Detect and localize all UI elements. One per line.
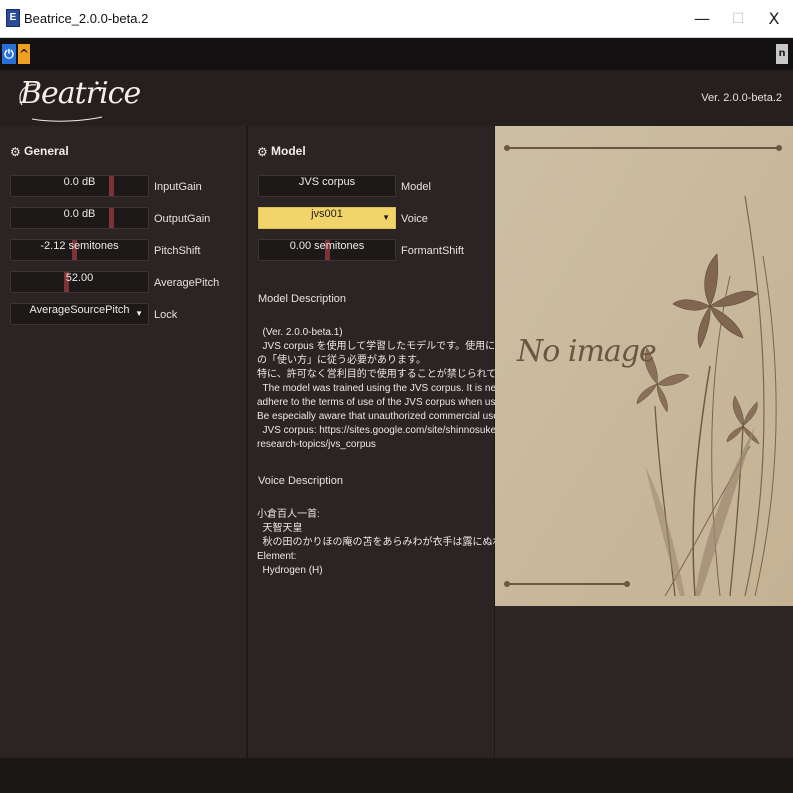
app-logo: Beatrice xyxy=(20,76,141,111)
model-section-title: ⚙ Model xyxy=(257,144,306,158)
image-panel: No image xyxy=(495,126,793,758)
output-gain-slider[interactable]: 0.0 dB xyxy=(10,207,149,229)
gear-icon: ⚙ xyxy=(257,145,268,159)
general-title: General xyxy=(24,144,69,158)
window-title: Beatrice_2.0.0-beta.2 xyxy=(24,11,149,26)
output-gain-value: 0.0 dB xyxy=(63,208,96,220)
gear-icon: ⚙ xyxy=(10,145,21,159)
close-button[interactable]: X xyxy=(760,8,788,30)
pitch-shift-slider[interactable]: -2.12 semitones xyxy=(10,239,149,261)
average-source-pitch-value: 52.00 xyxy=(65,272,94,284)
input-gain-label: InputGain xyxy=(154,181,202,193)
model-label: Model xyxy=(401,181,431,193)
formant-shift-label: FormantShift xyxy=(401,245,464,257)
general-section-title: ⚙ General xyxy=(10,144,69,158)
model-select[interactable]: JVS corpus xyxy=(258,175,396,197)
input-gain-value: 0.0 dB xyxy=(63,176,96,188)
speaker-image: No image xyxy=(495,126,793,606)
app-header: Beatrice Ver. 2.0.0-beta.2 xyxy=(0,70,793,126)
app-icon: E xyxy=(6,9,20,27)
chevron-down-icon: ▼ xyxy=(382,213,390,222)
collapse-icon[interactable]: ^ xyxy=(18,44,30,64)
average-source-pitch-slider[interactable]: 52.00 xyxy=(10,271,149,293)
lock-select-value: AverageSourcePitch xyxy=(29,304,130,316)
window-titlebar: E Beatrice_2.0.0-beta.2 — ☐ X xyxy=(0,0,793,38)
model-description-title: Model Description xyxy=(258,293,347,305)
chevron-down-icon: ▼ xyxy=(135,309,143,318)
version-label: Ver. 2.0.0-beta.2 xyxy=(701,92,782,104)
formant-shift-value: 0.00 semitones xyxy=(289,240,365,252)
power-icon[interactable]: ⏻ xyxy=(2,44,16,64)
slider-marker[interactable] xyxy=(109,208,114,228)
slider-marker[interactable] xyxy=(109,176,114,196)
model-title: Model xyxy=(271,144,306,158)
toolbar: ⏻ ^ n xyxy=(0,38,793,70)
model-panel: ⚙ Model JVS corpus Model jvs001 ▼ Voice 0… xyxy=(248,126,616,758)
no-image-text: No image xyxy=(517,334,657,369)
model-select-value: JVS corpus xyxy=(298,176,356,188)
average-source-pitch-label: AveragePitch xyxy=(154,277,220,289)
voice-select[interactable]: jvs001 ▼ xyxy=(258,207,396,229)
voice-label: Voice xyxy=(401,213,428,225)
window-menu-icon[interactable]: n xyxy=(776,44,788,64)
maximize-button[interactable]: ☐ xyxy=(724,8,752,30)
formant-shift-slider[interactable]: 0.00 semitones xyxy=(258,239,396,261)
voice-description-text: 小倉百人一首: 天智天皇 秋の田のかりほの庵の苫をあらみわが衣手は露にぬれつつ … xyxy=(257,509,523,576)
minimize-button[interactable]: — xyxy=(688,8,716,30)
voice-select-value: jvs001 xyxy=(311,208,343,220)
output-gain-label: OutputGain xyxy=(154,213,211,225)
lock-label: Lock xyxy=(154,309,178,321)
status-footer xyxy=(0,758,793,793)
pitch-shift-label: PitchShift xyxy=(154,245,201,257)
pitch-shift-value: -2.12 semitones xyxy=(40,240,119,252)
input-gain-slider[interactable]: 0.0 dB xyxy=(10,175,149,197)
lock-select[interactable]: AverageSourcePitch ▼ xyxy=(10,303,149,325)
general-panel: ⚙ General 0.0 dB InputGain 0.0 dB OutputG… xyxy=(0,126,247,758)
voice-description-title: Voice Description xyxy=(258,475,343,487)
